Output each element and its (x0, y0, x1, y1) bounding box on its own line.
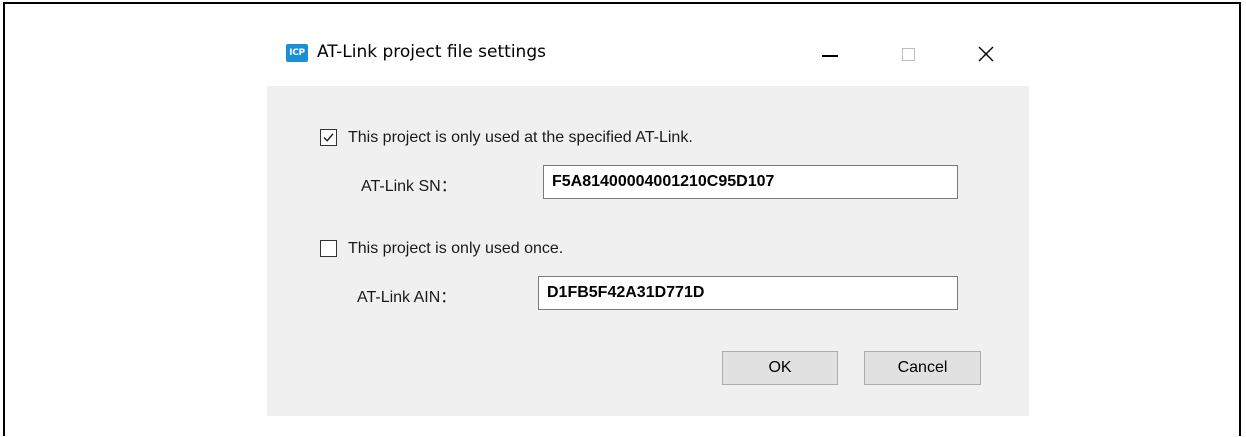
atlink-sn-input[interactable]: F5A81400004001210C95D107 (543, 165, 958, 199)
title-bar[interactable]: ICP AT-Link project file settings (267, 30, 1029, 86)
checkmark-icon (323, 133, 334, 142)
atlink-ain-label: AT-Link AIN： (357, 289, 457, 306)
close-button[interactable] (963, 30, 1009, 78)
used-once-checkbox[interactable] (320, 240, 337, 257)
icp-app-icon: ICP (286, 44, 308, 62)
atlink-ain-input[interactable]: D1FB5F42A31D771D (538, 276, 958, 310)
cancel-button[interactable]: Cancel (864, 351, 981, 385)
maximize-icon (901, 47, 915, 61)
dialog-title: AT-Link project file settings (317, 42, 546, 62)
close-icon (978, 46, 994, 62)
minimize-icon (822, 55, 838, 57)
minimize-button[interactable] (807, 30, 853, 78)
ok-button[interactable]: OK (722, 351, 838, 385)
specified-atlink-checkbox[interactable] (320, 129, 337, 146)
used-once-label[interactable]: This project is only used once. (348, 240, 563, 258)
settings-dialog: ICP AT-Link project file settings This p… (267, 30, 1029, 416)
specified-atlink-label[interactable]: This project is only used at the specifi… (348, 129, 693, 147)
page: ICP AT-Link project file settings This p… (0, 0, 1246, 437)
atlink-sn-label: AT-Link SN： (361, 178, 457, 195)
maximize-button[interactable] (885, 30, 931, 78)
